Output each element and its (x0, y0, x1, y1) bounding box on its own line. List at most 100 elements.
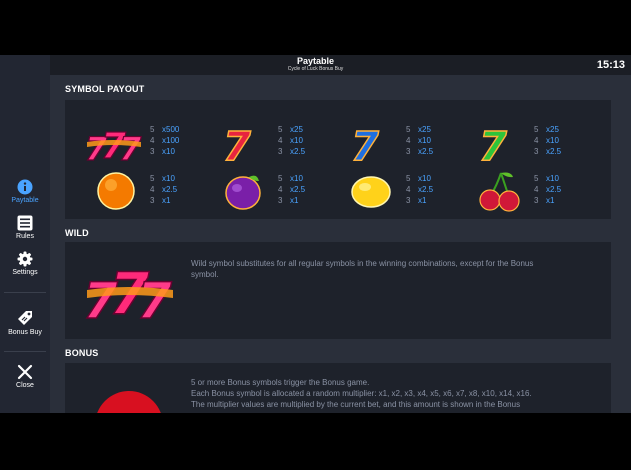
wild-panel: 7 7 7 Wild symbol substitutes for all re… (65, 242, 611, 339)
multiplier: x100 (162, 136, 180, 145)
multiplier: x2.5 (546, 147, 562, 156)
wild-text-line: symbol. (191, 270, 219, 279)
blue-seven-symbol: 7 (350, 123, 380, 164)
bonus-description: 5 or more Bonus symbols trigger the Bonu… (191, 377, 606, 410)
cherry-symbol (479, 172, 520, 212)
sidebar-item-label: Close (16, 382, 34, 389)
match-count: 3 (278, 147, 283, 156)
payout-list: 5 x500 4 x100 3 x10 (150, 124, 179, 157)
match-count: 3 (534, 196, 539, 205)
multiplier: x10 (418, 174, 431, 183)
match-count: 5 (278, 125, 283, 134)
green-seven-symbol: 7 (478, 123, 508, 164)
sidebar: Paytable Rules Settings Bonus Buy Close (0, 55, 50, 413)
svg-text:7: 7 (137, 272, 172, 326)
payout-cell: 5 x10 4 x2.5 3 x1 (467, 169, 595, 213)
header-bar: Paytable Cycle of Luck Bonus Buy 15:13 (0, 55, 631, 75)
orange-symbol (97, 172, 135, 210)
match-count: 3 (278, 196, 283, 205)
sidebar-item-settings[interactable]: Settings (0, 251, 50, 276)
payout-list: 5 x25 4 x10 3 x2.5 (278, 124, 305, 157)
sidebar-item-paytable[interactable]: Paytable (0, 179, 50, 204)
sidebar-divider (4, 351, 46, 352)
list-icon (17, 215, 33, 231)
payout-cell: 7 5 x25 4 x10 3 x2.5 (211, 120, 339, 164)
multiplier: x25 (418, 125, 431, 134)
bonus-panel: 5 or more Bonus symbols trigger the Bonu… (65, 363, 611, 413)
payout-cell: 7 7 7 5 x500 4 x100 3 x10 (83, 120, 211, 164)
multiplier: x10 (290, 136, 303, 145)
game-subtitle: Cycle of Luck Bonus Buy (287, 66, 344, 72)
match-count: 3 (150, 147, 155, 156)
match-count: 4 (534, 185, 539, 194)
paytable-window: Paytable Cycle of Luck Bonus Buy 15:13 P… (0, 55, 631, 413)
payout-cell: 5 x10 4 x2.5 3 x1 (211, 169, 339, 213)
multiplier: x10 (162, 147, 175, 156)
wild-symbol: 7 7 7 (82, 259, 173, 326)
bonus-symbol (84, 377, 174, 413)
close-icon (17, 364, 33, 380)
multiplier: x1 (418, 196, 427, 205)
multiplier: x10 (162, 174, 175, 183)
section-title-wild: WILD (65, 228, 89, 238)
multiplier: x500 (162, 125, 180, 134)
match-count: 5 (150, 174, 155, 183)
red-seven-symbol: 7 (222, 123, 252, 164)
sidebar-item-close[interactable]: Close (0, 364, 50, 389)
svg-text:7: 7 (119, 130, 142, 164)
multiplier: x10 (546, 136, 559, 145)
sidebar-item-bonus-buy[interactable]: Bonus Buy (0, 309, 50, 336)
multiplier: x2.5 (418, 147, 434, 156)
bonus-text-line: Each Bonus symbol is allocated a random … (191, 389, 532, 398)
payout-list: 5 x10 4 x2.5 3 x1 (406, 173, 433, 206)
match-count: 5 (534, 174, 539, 183)
match-count: 3 (534, 147, 539, 156)
match-count: 5 (534, 125, 539, 134)
match-count: 5 (406, 125, 411, 134)
match-count: 3 (150, 196, 155, 205)
multiplier: x2.5 (418, 185, 434, 194)
svg-text:7: 7 (223, 124, 251, 164)
sidebar-item-label: Bonus Buy (8, 329, 42, 336)
match-count: 5 (150, 125, 155, 134)
multiplier: x10 (418, 136, 431, 145)
sidebar-item-label: Settings (12, 269, 38, 276)
bonus-tag-icon (18, 311, 32, 325)
bonus-text-line: The multiplier values are multiplied by … (191, 400, 521, 409)
payout-cell: 7 5 x25 4 x10 3 x2.5 (467, 120, 595, 164)
match-count: 4 (150, 136, 155, 145)
payout-list: 5 x10 4 x2.5 3 x1 (534, 173, 561, 206)
match-count: 4 (406, 185, 411, 194)
payout-cell: 5 x10 4 x2.5 3 x1 (339, 169, 467, 213)
svg-text:7: 7 (351, 124, 379, 164)
triple-seven-symbol: 7 7 7 (84, 125, 142, 164)
info-icon (17, 179, 33, 195)
bonus-text-line: 5 or more Bonus symbols trigger the Bonu… (191, 378, 370, 387)
multiplier: x25 (546, 125, 559, 134)
lemon-symbol (351, 176, 391, 208)
clock: 15:13 (596, 59, 625, 71)
section-title-bonus: BONUS (65, 348, 99, 358)
wild-description: Wild symbol substitutes for all regular … (191, 258, 601, 280)
paytable-content[interactable]: SYMBOL PAYOUT 7 7 7 5 x500 4 x100 3 x10 (50, 75, 631, 413)
plum-symbol (225, 175, 261, 210)
match-count: 4 (406, 136, 411, 145)
sidebar-item-rules[interactable]: Rules (0, 215, 50, 240)
match-count: 5 (278, 174, 283, 183)
payout-list: 5 x10 4 x2.5 3 x1 (150, 173, 177, 206)
sidebar-divider (4, 292, 46, 293)
multiplier: x2.5 (290, 185, 306, 194)
match-count: 4 (278, 136, 283, 145)
match-count: 4 (278, 185, 283, 194)
payout-list: 5 x25 4 x10 3 x2.5 (534, 124, 561, 157)
multiplier: x1 (546, 196, 555, 205)
wild-text-line: Wild symbol substitutes for all regular … (191, 259, 534, 268)
multiplier: x25 (290, 125, 303, 134)
section-title-symbol-payout: SYMBOL PAYOUT (65, 84, 145, 94)
multiplier: x2.5 (546, 185, 562, 194)
match-count: 4 (534, 136, 539, 145)
payout-cell: 7 5 x25 4 x10 3 x2.5 (339, 120, 467, 164)
svg-text:7: 7 (479, 124, 507, 164)
page-title: Paytable (296, 56, 335, 66)
payout-cell: 5 x10 4 x2.5 3 x1 (83, 169, 211, 213)
